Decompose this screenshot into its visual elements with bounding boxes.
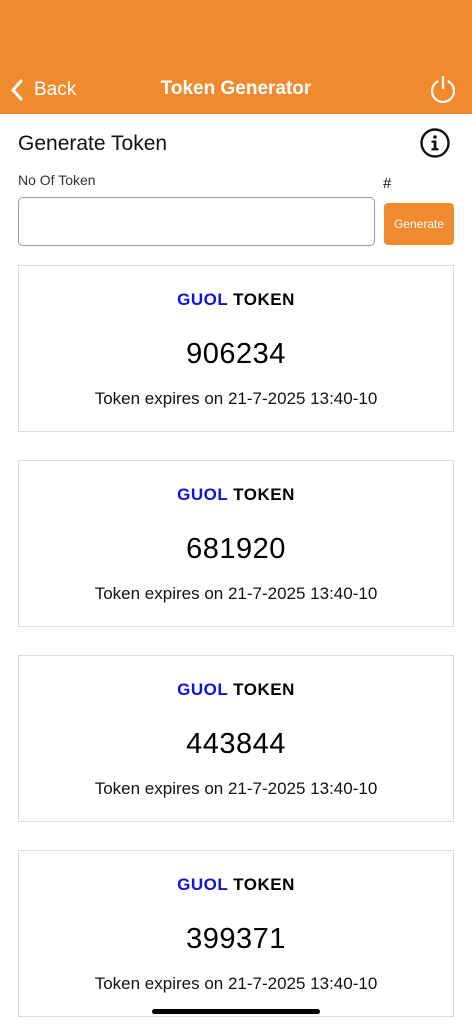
token-number: 399371 [186,923,286,955]
token-card: GUOL TOKEN 443844 Token expires on 21-7-… [18,655,454,822]
home-indicator[interactable] [152,1009,320,1014]
info-icon [420,128,450,158]
token-expiry: Token expires on 21-7-2025 13:40-10 [94,974,378,993]
power-button[interactable] [428,74,458,104]
token-count-label: No Of Token [18,172,96,188]
section-title: Generate Token [18,132,168,155]
token-card: GUOL TOKEN 399371 Token expires on 21-7-… [18,850,454,1017]
hash-label: # [383,175,392,192]
token-brand: GUOL TOKEN [19,680,453,700]
brand-token: TOKEN [233,875,295,894]
brand-token: TOKEN [233,485,295,504]
brand-token: TOKEN [233,290,295,309]
token-expiry: Token expires on 21-7-2025 13:40-10 [94,584,378,603]
token-list: GUOL TOKEN 906234 Token expires on 21-7-… [18,265,454,1024]
generate-button[interactable]: Generate [384,203,454,245]
token-number: 906234 [186,338,286,370]
page-title: Token Generator [160,78,312,99]
power-icon [430,75,456,104]
brand-guol: GUOL [177,485,228,504]
brand-guol: GUOL [177,680,228,699]
token-brand: GUOL TOKEN [19,290,453,310]
token-number: 681920 [186,533,286,565]
token-expiry: Token expires on 21-7-2025 13:40-10 [94,389,378,408]
token-card: GUOL TOKEN 906234 Token expires on 21-7-… [18,265,454,432]
brand-token: TOKEN [233,680,295,699]
token-number: 443844 [186,728,286,760]
token-brand: GUOL TOKEN [19,875,453,895]
token-expiry: Token expires on 21-7-2025 13:40-10 [94,779,378,798]
token-brand: GUOL TOKEN [19,485,453,505]
status-bar [0,0,472,64]
token-card: GUOL TOKEN 681920 Token expires on 21-7-… [18,460,454,627]
brand-guol: GUOL [177,875,228,894]
nav-bar: Back Token Generator [0,64,472,114]
token-count-input[interactable] [18,197,375,246]
brand-guol: GUOL [177,290,228,309]
info-button[interactable] [419,127,451,159]
